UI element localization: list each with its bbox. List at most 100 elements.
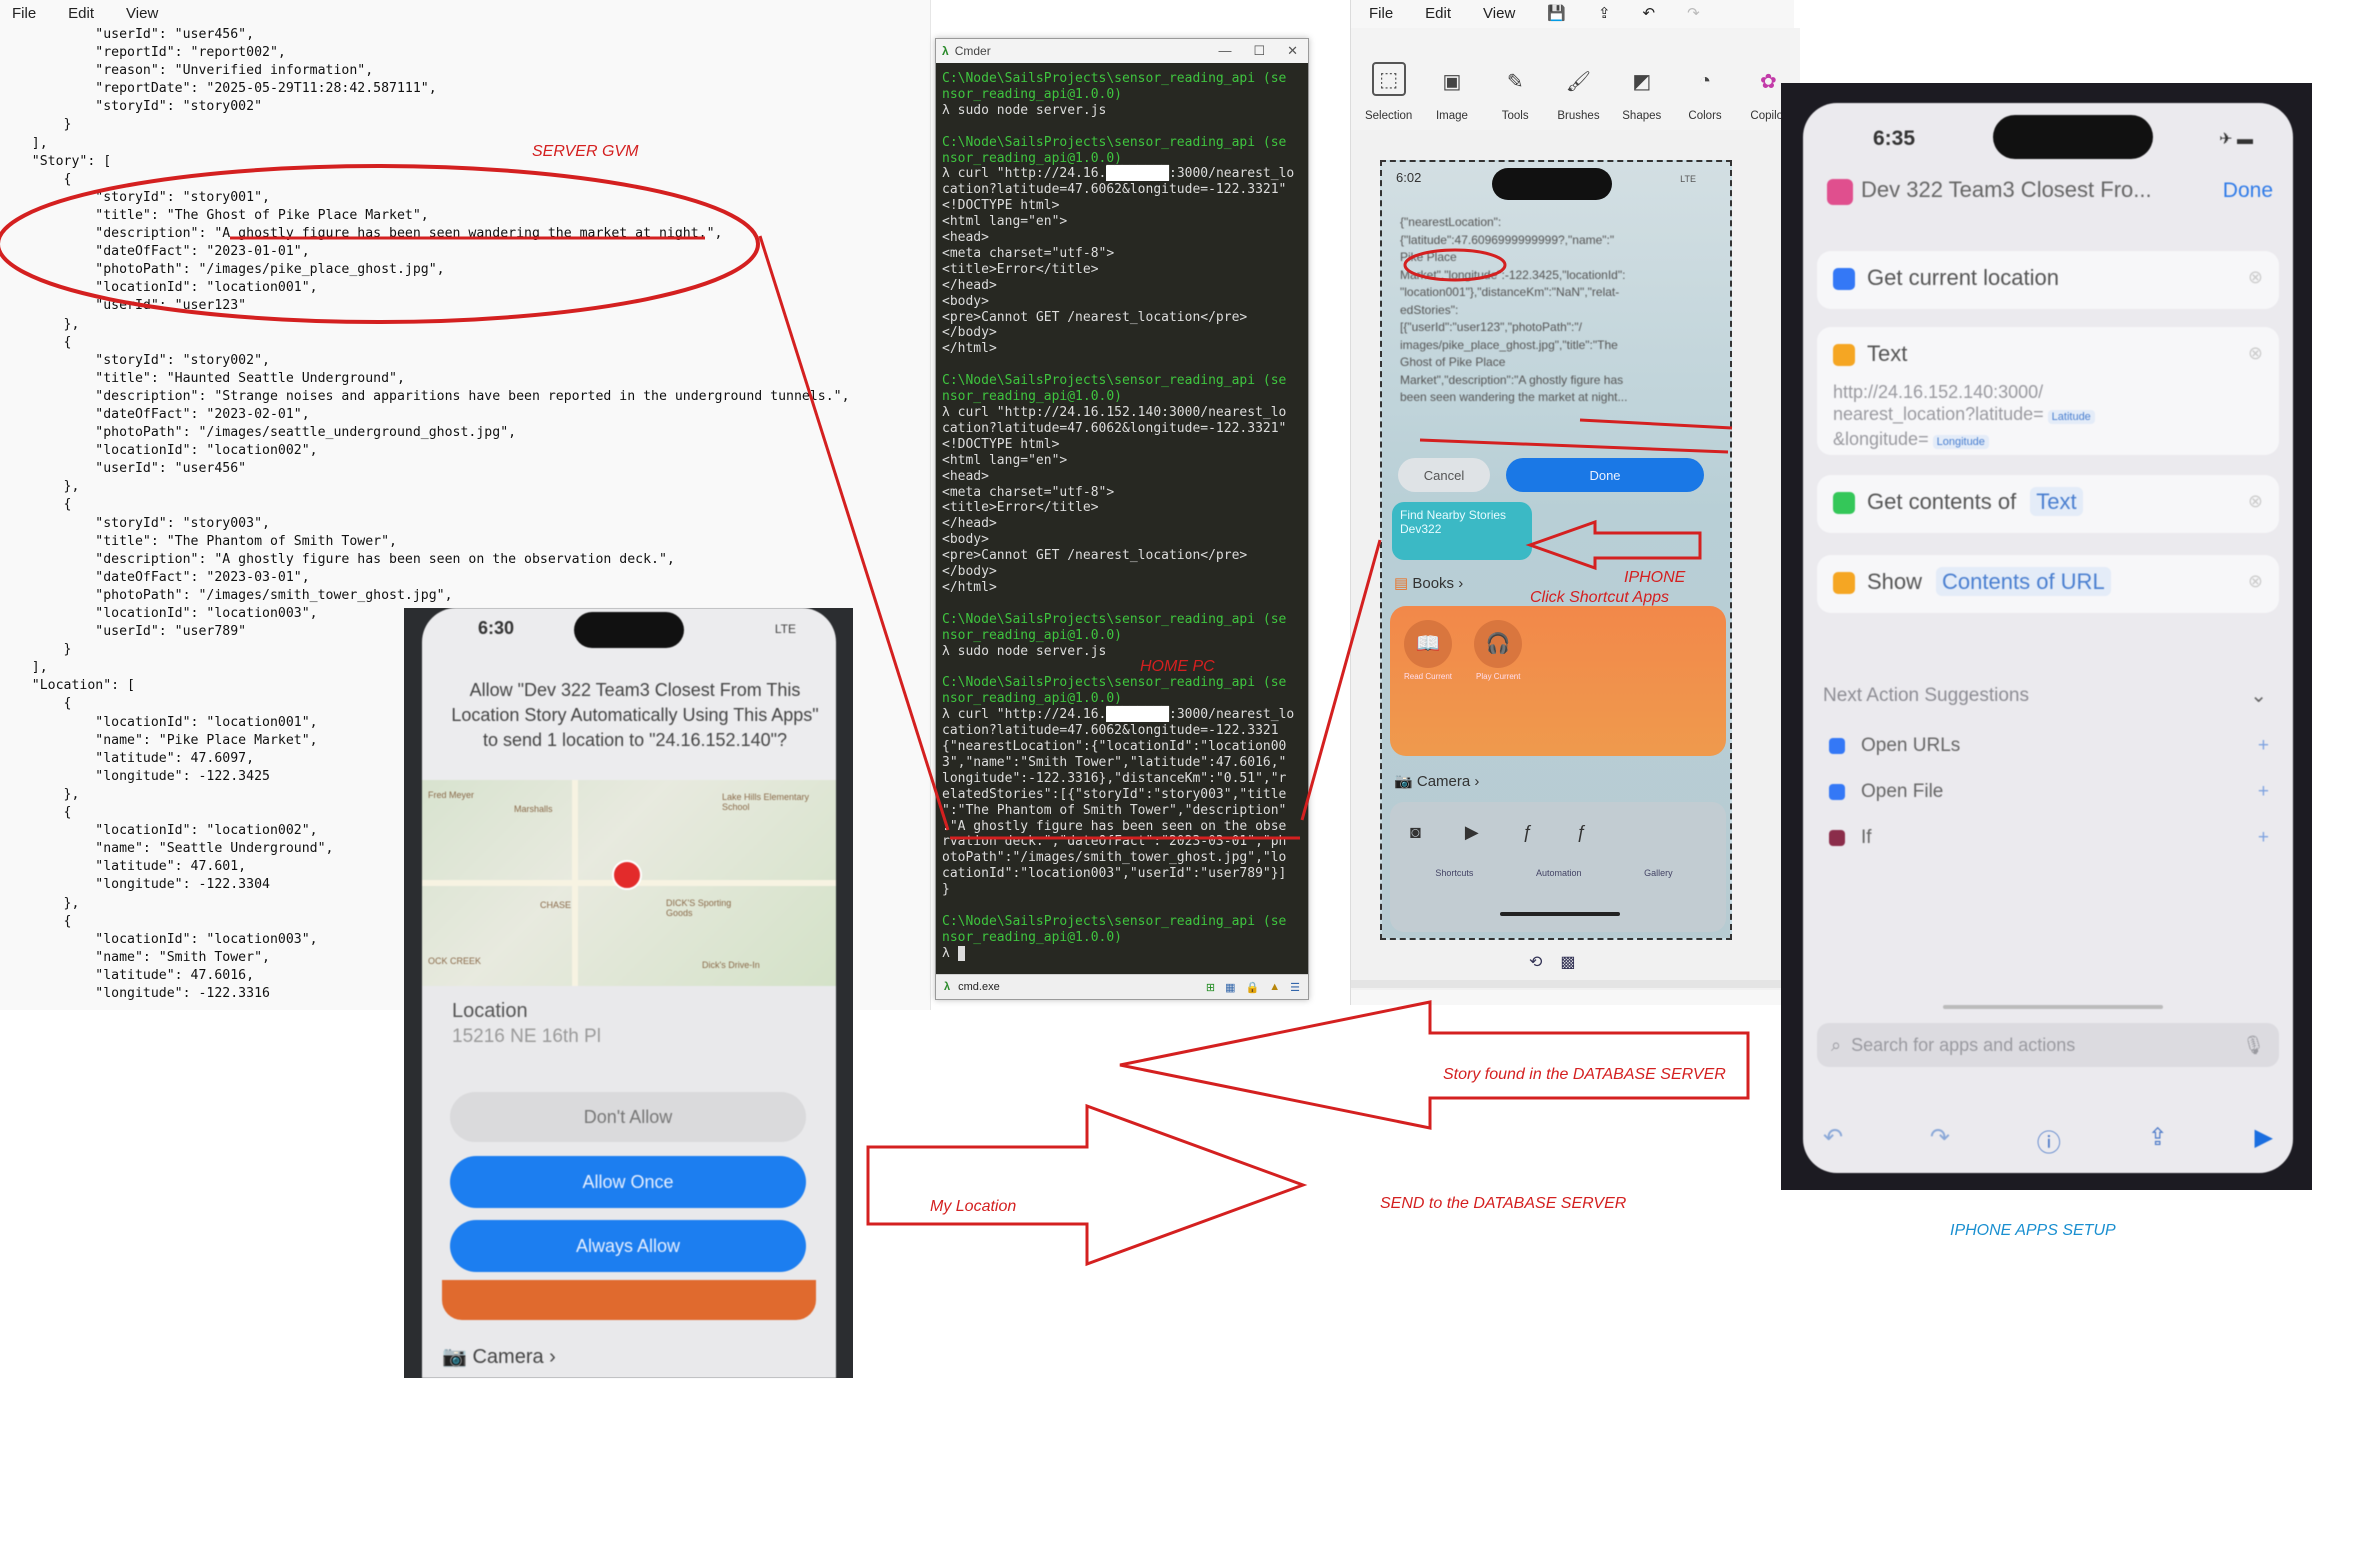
menu-view[interactable]: View: [126, 5, 158, 22]
code-line[interactable]: "userId": "user123": [0, 297, 850, 315]
code-line[interactable]: "title": "The Phantom of Smith Tower",: [0, 533, 850, 551]
menu-edit[interactable]: Edit: [68, 5, 94, 22]
ribbon-colors[interactable]: ◔ Colors: [1673, 28, 1736, 128]
code-line[interactable]: "dateOfFact": "2023-02-01",: [0, 406, 850, 424]
location-map[interactable]: Fred Meyer Marshalls Lake Hills Elementary…: [422, 780, 836, 986]
tab-gallery[interactable]: Gallery: [1644, 868, 1673, 878]
done-button[interactable]: Done: [1506, 458, 1704, 492]
menu-file[interactable]: File: [12, 5, 36, 22]
code-line[interactable]: "storyId": "story002",: [0, 352, 850, 370]
code-line[interactable]: "description": "A ghostly figure has bee…: [0, 551, 850, 569]
lock-icon[interactable]: 🔒: [1246, 981, 1260, 994]
add-icon[interactable]: +: [2258, 781, 2269, 803]
ribbon-selection[interactable]: ⬚ Selection: [1357, 28, 1420, 128]
add-icon[interactable]: +: [2258, 827, 2269, 849]
remove-action-icon[interactable]: ⊗: [2248, 491, 2263, 512]
suggestion-item[interactable]: If +: [1829, 827, 2269, 849]
microphone-icon[interactable]: 🎙: [2242, 1035, 2265, 1056]
code-line[interactable]: ],: [0, 135, 850, 153]
tab-automation[interactable]: Automation: [1536, 868, 1582, 878]
cmd-tab-label[interactable]: cmd.exe: [958, 981, 1000, 993]
ribbon-shapes[interactable]: ◩ Shapes: [1610, 28, 1673, 128]
suggestion-item[interactable]: Open URLs +: [1829, 735, 2269, 757]
undo-icon[interactable]: ↶: [1643, 4, 1656, 22]
redo-icon[interactable]: ↷: [1687, 4, 1700, 22]
shortcut-action-card[interactable]: Get contents of Text ⊗: [1817, 475, 2279, 533]
rotate-icon[interactable]: ⟲: [1529, 952, 1542, 972]
tab-shortcuts[interactable]: Shortcuts: [1435, 868, 1473, 878]
remove-action-icon[interactable]: ⊗: [2248, 571, 2263, 592]
code-line[interactable]: "reason": "Unverified information",: [0, 62, 850, 80]
sc-done-button[interactable]: Done: [2223, 179, 2273, 203]
code-line[interactable]: "userId": "user456": [0, 460, 850, 478]
ribbon-tools[interactable]: ✎ Tools: [1484, 28, 1547, 128]
shortcut-action-card[interactable]: Text ⊗ http://24.16.152.140:3000/nearest_l…: [1817, 327, 2279, 455]
code-line[interactable]: {: [0, 334, 850, 352]
paint-canvas-area[interactable]: 6:02 LTE {"nearestLocation": {"latitude":…: [1351, 130, 1794, 990]
shortcut-action-card[interactable]: Show Contents of URL ⊗: [1817, 555, 2279, 613]
code-line[interactable]: "dateOfFact": "2023-01-01",: [0, 243, 850, 261]
code-line[interactable]: "description": "Strange noises and appar…: [0, 388, 849, 406]
close-icon[interactable]: ✕: [1287, 43, 1298, 59]
camera-section[interactable]: 📷 Camera ›: [1394, 772, 1479, 790]
shortcut-action-card[interactable]: Get current location ⊗: [1817, 251, 2279, 309]
transparency-icon[interactable]: ▩: [1560, 952, 1575, 972]
actions-search-field[interactable]: ⌕ Search for apps and actions 🎙: [1817, 1023, 2279, 1067]
play-current-icon[interactable]: 🎧: [1474, 620, 1522, 668]
remove-action-icon[interactable]: ⊗: [2248, 267, 2263, 288]
action-parameter-token[interactable]: Text: [2030, 487, 2083, 516]
books-section[interactable]: ▤ Books ›: [1394, 574, 1463, 592]
view-icon[interactable]: ☰: [1290, 981, 1300, 994]
code-line[interactable]: "reportId": "report002",: [0, 44, 850, 62]
camera-section[interactable]: 📷 Camera ›: [442, 1344, 556, 1369]
camera-shortcut-icons[interactable]: ◙▶ƒƒ: [1410, 822, 1631, 843]
horizontal-scrollbar[interactable]: [1351, 980, 1794, 988]
code-line[interactable]: "storyId": "story002": [0, 98, 850, 116]
always-allow-button[interactable]: Always Allow: [450, 1220, 806, 1272]
code-line[interactable]: {: [0, 496, 850, 514]
paint-canvas-phone-photo[interactable]: 6:02 LTE {"nearestLocation": {"latitude":…: [1380, 160, 1732, 940]
sheet-grabber[interactable]: [1943, 1005, 2163, 1009]
code-line[interactable]: "description": "A ghostly figure has bee…: [0, 225, 850, 243]
redo-icon[interactable]: ↷: [1930, 1123, 1950, 1158]
paint-menu-file[interactable]: File: [1369, 5, 1393, 22]
dont-allow-button[interactable]: Don't Allow: [450, 1092, 806, 1142]
new-console-icon[interactable]: ⊞: [1206, 981, 1215, 994]
chevron-down-icon[interactable]: ⌄: [2250, 683, 2267, 708]
code-line[interactable]: "locationId": "location001",: [0, 279, 850, 297]
ribbon-image[interactable]: ▣ Image: [1420, 28, 1483, 128]
cancel-button[interactable]: Cancel: [1398, 458, 1490, 492]
share-icon[interactable]: ⇪: [2148, 1123, 2168, 1158]
code-line[interactable]: },: [0, 316, 850, 334]
save-icon[interactable]: 💾: [1547, 4, 1566, 22]
remove-action-icon[interactable]: ⊗: [2248, 343, 2263, 364]
layout-icon[interactable]: ▦: [1225, 981, 1235, 994]
maximize-icon[interactable]: ☐: [1253, 43, 1265, 59]
code-line[interactable]: "Story": [: [0, 153, 850, 171]
code-line[interactable]: "locationId": "location002",: [0, 442, 850, 460]
undo-icon[interactable]: ↶: [1823, 1123, 1843, 1158]
add-icon[interactable]: +: [2258, 735, 2269, 757]
terminal-output[interactable]: C:\Node\SailsProjects\sensor_reading_api…: [942, 71, 1304, 971]
paint-menu-view[interactable]: View: [1483, 5, 1515, 22]
code-line[interactable]: "reportDate": "2025-05-29T11:28:42.58711…: [0, 80, 850, 98]
code-line[interactable]: "photoPath": "/images/seattle_undergroun…: [0, 424, 850, 442]
action-parameter-token[interactable]: Contents of URL: [1936, 567, 2111, 596]
code-line[interactable]: "storyId": "story003",: [0, 515, 850, 533]
code-line[interactable]: "photoPath": "/images/smith_tower_ghost.…: [0, 587, 850, 605]
text-body-line[interactable]: &longitude= Longitude: [1833, 428, 2263, 453]
settings-icon[interactable]: ▲: [1269, 981, 1280, 994]
code-line[interactable]: "title": "Haunted Seattle Underground",: [0, 370, 850, 388]
code-line[interactable]: "photoPath": "/images/pike_place_ghost.j…: [0, 261, 850, 279]
code-line[interactable]: },: [0, 478, 850, 496]
paint-menu-edit[interactable]: Edit: [1425, 5, 1451, 22]
code-line[interactable]: {: [0, 171, 850, 189]
books-widget[interactable]: 📖 🎧 Read Current Play Current: [1390, 606, 1726, 756]
ribbon-brushes[interactable]: 🖌 Brushes: [1547, 28, 1610, 128]
latitude-token[interactable]: Latitude: [2047, 410, 2095, 424]
read-current-icon[interactable]: 📖: [1404, 620, 1452, 668]
shortcut-title[interactable]: Dev 322 Team3 Closest Fro...: [1861, 177, 2152, 203]
text-body-line[interactable]: nearest_location?latitude= Latitude: [1833, 403, 2263, 428]
code-line[interactable]: "storyId": "story001",: [0, 189, 850, 207]
play-icon[interactable]: ▶: [2255, 1123, 2273, 1158]
